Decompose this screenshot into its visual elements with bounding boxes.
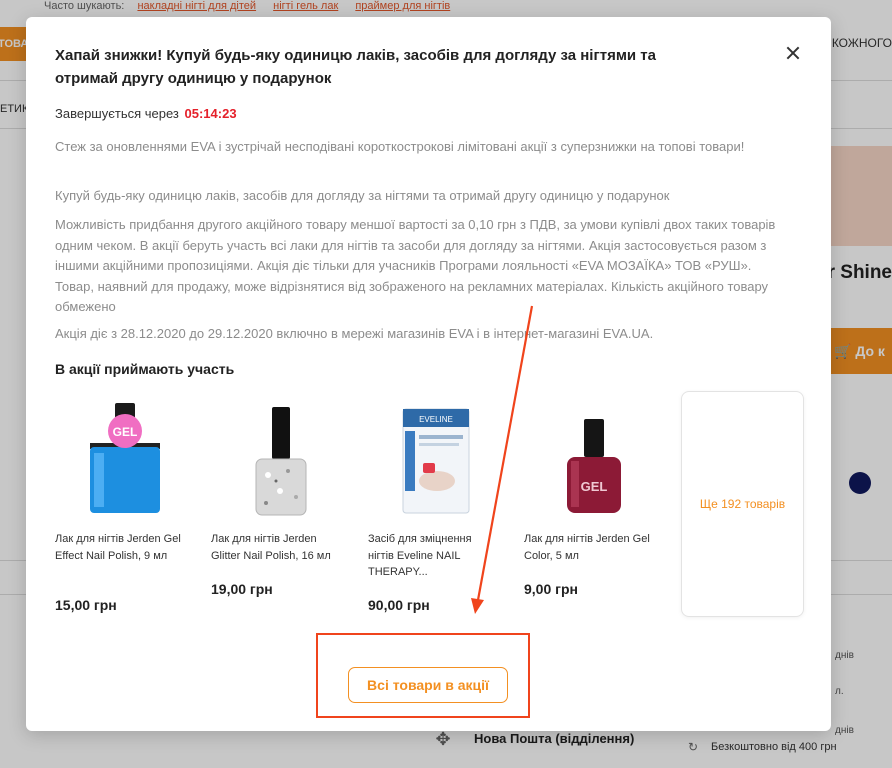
product-image: EVELINE	[368, 395, 508, 519]
product-name[interactable]: Лак для нігтів Jerden Gel Color, 5 мл	[524, 531, 652, 564]
timer-value: 05:14:23	[184, 106, 237, 121]
product-card[interactable]: Лак для нігтів Jerden Glitter Nail Polis…	[211, 395, 351, 625]
promo-dates: Акція діє з 28.12.2020 до 29.12.2020 вкл…	[55, 326, 654, 341]
promo-modal: Хапай знижки! Купуй будь-яку одиницю лак…	[26, 17, 831, 731]
product-price: 15,00 грн	[55, 597, 117, 613]
product-card[interactable]: GEL Лак для нігтів Jerden Gel Effect Nai…	[55, 395, 195, 625]
product-name[interactable]: Засіб для зміцнення нігтів Eveline NAIL …	[368, 531, 496, 581]
svg-text:EVELINE: EVELINE	[419, 415, 453, 424]
promo-terms: Можливість придбання другого акційного т…	[55, 217, 776, 314]
product-name[interactable]: Лак для нігтів Jerden Glitter Nail Polis…	[211, 531, 339, 564]
product-price: 90,00 грн	[368, 597, 430, 613]
svg-text:GEL: GEL	[113, 425, 138, 439]
close-icon[interactable]	[783, 44, 803, 64]
highlight-box	[316, 633, 530, 718]
modal-title: Хапай знижки! Купуй будь-яку одиницю лак…	[55, 47, 656, 87]
product-price: 9,00 грн	[524, 581, 578, 597]
product-card[interactable]: GEL Лак для нігтів Jerden Gel Color, 5 м…	[524, 395, 664, 625]
products-heading: В акції приймають участь	[55, 361, 235, 377]
product-card[interactable]: EVELINE Засіб для зміцнення нігтів Eveli…	[368, 395, 508, 625]
timer-label: Завершується через	[55, 106, 179, 121]
product-image	[211, 395, 351, 519]
promo-timer: Завершується через 05:14:23	[55, 106, 237, 121]
more-products-card[interactable]: Ще 192 товарів	[681, 391, 804, 617]
svg-text:GEL: GEL	[581, 479, 608, 494]
product-image: GEL	[524, 395, 664, 519]
product-name[interactable]: Лак для нігтів Jerden Gel Effect Nail Po…	[55, 531, 183, 564]
product-price: 19,00 грн	[211, 581, 273, 597]
product-image: GEL	[55, 395, 195, 519]
promo-description: Стеж за оновленнями EVA і зустрічай несп…	[55, 139, 745, 154]
more-products-label: Ще 192 товарів	[699, 497, 786, 511]
promo-description: Купуй будь-яку одиницю лаків, засобів дл…	[55, 188, 670, 203]
